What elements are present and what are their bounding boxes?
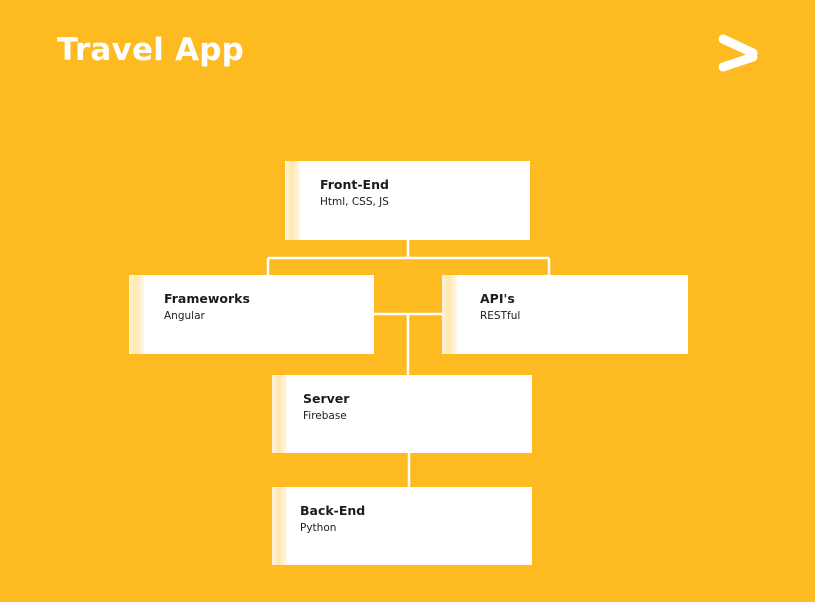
node-accent [272,375,287,453]
node-title: Back-End [300,503,366,518]
node-frontend: Front-End Html, CSS, JS [285,161,530,240]
node-subtitle: Firebase [303,410,347,422]
node-title: API's [480,291,515,306]
node-backend: Back-End Python [272,487,532,565]
node-apis: API's RESTful [442,275,688,354]
node-accent [285,161,300,240]
node-subtitle: Html, CSS, JS [320,196,389,208]
node-title: Frameworks [164,291,250,306]
node-subtitle: Python [300,522,337,534]
node-server: Server Firebase [272,375,532,453]
node-accent [129,275,144,354]
node-subtitle: RESTful [480,310,521,322]
node-title: Front-End [320,177,389,192]
node-accent [442,275,457,354]
node-subtitle: Angular [164,310,205,322]
node-accent [272,487,287,565]
node-frameworks: Frameworks Angular [129,275,374,354]
node-title: Server [303,391,350,406]
